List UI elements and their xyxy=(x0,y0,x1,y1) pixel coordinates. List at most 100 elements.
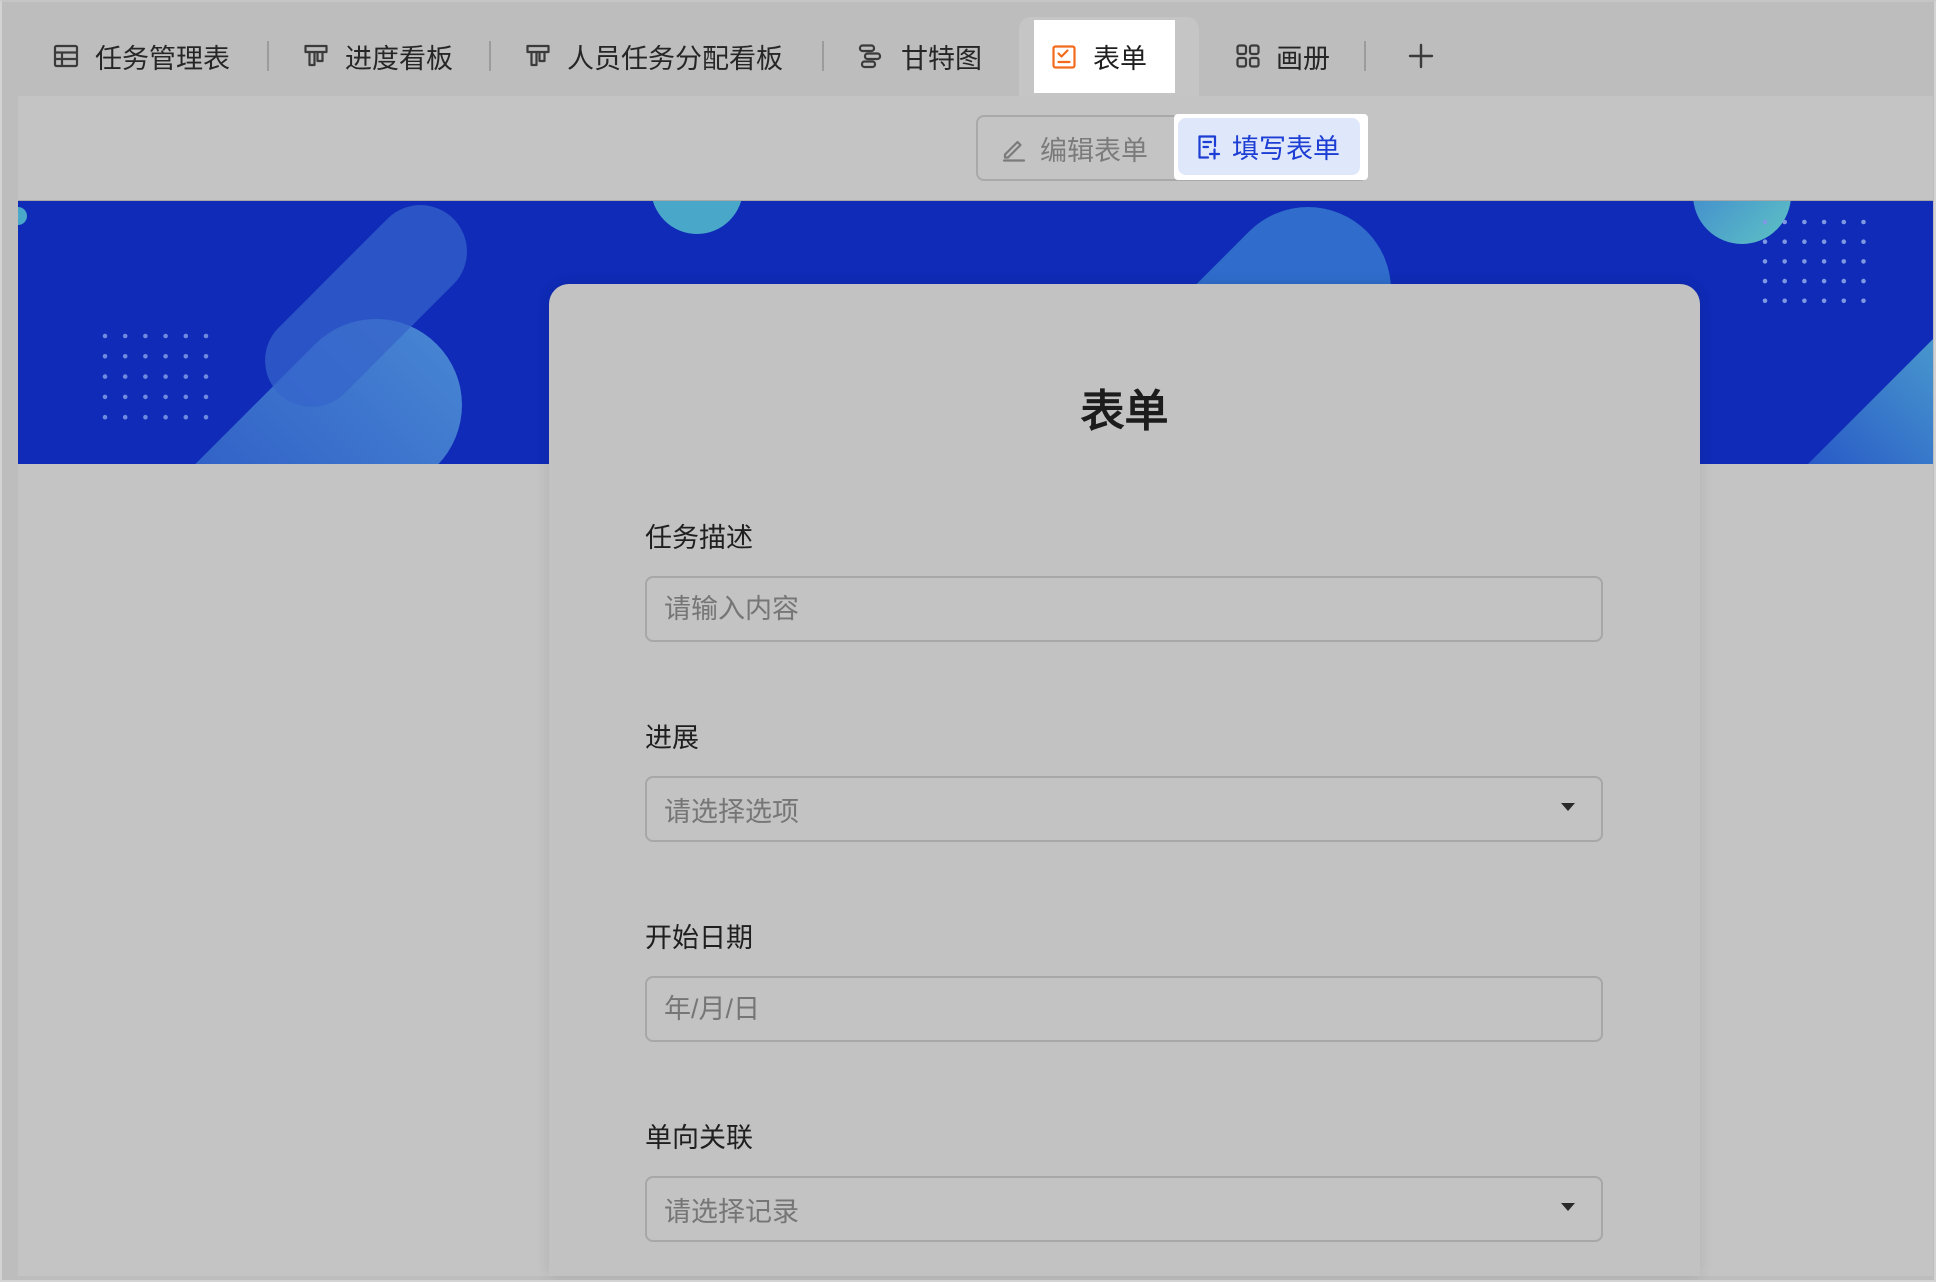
field-label-start-date: 开始日期 xyxy=(645,923,753,953)
banner-dot xyxy=(183,394,189,400)
tab-label: 人员任务分配看板 xyxy=(567,43,783,74)
banner-dot xyxy=(143,374,148,379)
tab-divider xyxy=(1364,41,1366,71)
banner-dot xyxy=(143,414,148,420)
banner-dot xyxy=(163,333,168,339)
banner-dot xyxy=(122,394,128,400)
banner-dot xyxy=(1841,259,1847,264)
edit-form-button[interactable]: 编辑表单 xyxy=(1000,117,1148,179)
form-card: 表单 任务描述 进展 请选择选项 开始日期 单向关联 请选择记录 xyxy=(549,284,1700,1276)
banner-dot xyxy=(183,374,189,379)
banner-dot xyxy=(1821,239,1827,244)
form-fill-icon xyxy=(1194,133,1222,161)
select-placeholder: 请选择记录 xyxy=(664,1196,799,1227)
kanban-icon xyxy=(524,42,552,70)
banner-dot xyxy=(203,374,209,379)
banner-dot xyxy=(1861,239,1866,244)
banner-dot xyxy=(203,354,209,359)
field-label-task-description: 任务描述 xyxy=(645,523,753,553)
tab-label: 甘特图 xyxy=(901,43,982,74)
plus-icon[interactable] xyxy=(1407,42,1435,70)
banner-dot xyxy=(1762,219,1768,225)
banner-dot xyxy=(203,414,209,420)
banner-dot xyxy=(1861,278,1866,284)
banner-dot xyxy=(122,333,128,339)
banner-dot xyxy=(163,354,168,359)
fill-form-label: 填写表单 xyxy=(1232,134,1340,164)
tab-task-table[interactable]: 任务管理表 xyxy=(52,36,230,76)
banner-dot xyxy=(143,333,148,339)
gallery-icon xyxy=(1234,42,1262,70)
banner-dot xyxy=(203,394,209,400)
caret-down-icon xyxy=(1560,802,1576,812)
banner-dot xyxy=(102,354,108,359)
banner-dot xyxy=(1841,239,1847,244)
banner-dot xyxy=(1762,278,1768,284)
banner-dot xyxy=(1841,219,1847,225)
tab-divider xyxy=(267,41,269,71)
banner-dot xyxy=(1821,298,1827,304)
banner-dot xyxy=(1802,219,1807,225)
tab-label: 画册 xyxy=(1276,43,1330,74)
banner-dot xyxy=(1762,239,1768,244)
start-date-input[interactable] xyxy=(645,976,1603,1042)
task-description-input[interactable] xyxy=(645,576,1603,642)
banner-dot xyxy=(102,333,108,339)
tab-label: 进度看板 xyxy=(345,43,453,74)
tab-gantt[interactable]: 甘特图 xyxy=(856,36,982,76)
banner-dot xyxy=(183,414,189,420)
banner-dot xyxy=(1782,278,1787,284)
tab-label: 表单 xyxy=(1093,44,1147,74)
progress-select[interactable]: 请选择选项 xyxy=(645,776,1603,842)
banner-dot xyxy=(183,333,189,339)
banner-dot xyxy=(1861,298,1866,304)
banner-dot xyxy=(1821,259,1827,264)
fill-form-highlight: 填写表单 xyxy=(1174,114,1368,180)
table-icon xyxy=(52,42,80,70)
banner-dot xyxy=(183,354,189,359)
select-placeholder: 请选择选项 xyxy=(664,796,799,827)
pencil-icon xyxy=(1000,134,1028,162)
tab-form[interactable]: 表单 xyxy=(1034,20,1175,93)
banner-dot xyxy=(1762,259,1768,264)
banner-dot xyxy=(1821,219,1827,225)
banner-dot xyxy=(1802,259,1807,264)
banner-dot xyxy=(1782,298,1787,304)
field-label-progress: 进展 xyxy=(645,723,699,753)
form-icon xyxy=(1050,43,1078,71)
banner-dot xyxy=(1841,298,1847,304)
banner-dot xyxy=(1802,278,1807,284)
banner-dot xyxy=(163,414,168,420)
banner-dot xyxy=(163,374,168,379)
banner-dot xyxy=(143,394,148,400)
banner-dot xyxy=(102,394,108,400)
banner-dot xyxy=(1782,219,1787,225)
field-label-link: 单向关联 xyxy=(645,1123,753,1153)
caret-down-icon xyxy=(1560,1202,1576,1212)
banner-dot xyxy=(143,354,148,359)
banner-dot xyxy=(102,414,108,420)
banner-dot xyxy=(203,333,209,339)
kanban-icon xyxy=(302,42,330,70)
tab-gallery[interactable]: 画册 xyxy=(1234,36,1330,76)
banner-dot xyxy=(1802,239,1807,244)
banner-dot xyxy=(1782,239,1787,244)
fill-form-button[interactable]: 填写表单 xyxy=(1178,118,1360,175)
banner-dot xyxy=(1762,298,1768,304)
tab-progress-kanban[interactable]: 进度看板 xyxy=(302,36,453,76)
banner-dot xyxy=(122,354,128,359)
edit-form-label: 编辑表单 xyxy=(1040,135,1148,166)
banner-dot xyxy=(1841,278,1847,284)
tab-label: 任务管理表 xyxy=(95,43,230,74)
tab-divider xyxy=(822,41,824,71)
banner-dot xyxy=(1861,259,1866,264)
banner-dot xyxy=(1861,219,1866,225)
link-record-select[interactable]: 请选择记录 xyxy=(645,1176,1603,1242)
banner-dot xyxy=(122,414,128,420)
banner-dot xyxy=(122,374,128,379)
banner-dot xyxy=(1821,278,1827,284)
tab-divider xyxy=(489,41,491,71)
banner-dot xyxy=(1782,259,1787,264)
banner-dot xyxy=(1802,298,1807,304)
tab-assignment-kanban[interactable]: 人员任务分配看板 xyxy=(524,36,783,76)
